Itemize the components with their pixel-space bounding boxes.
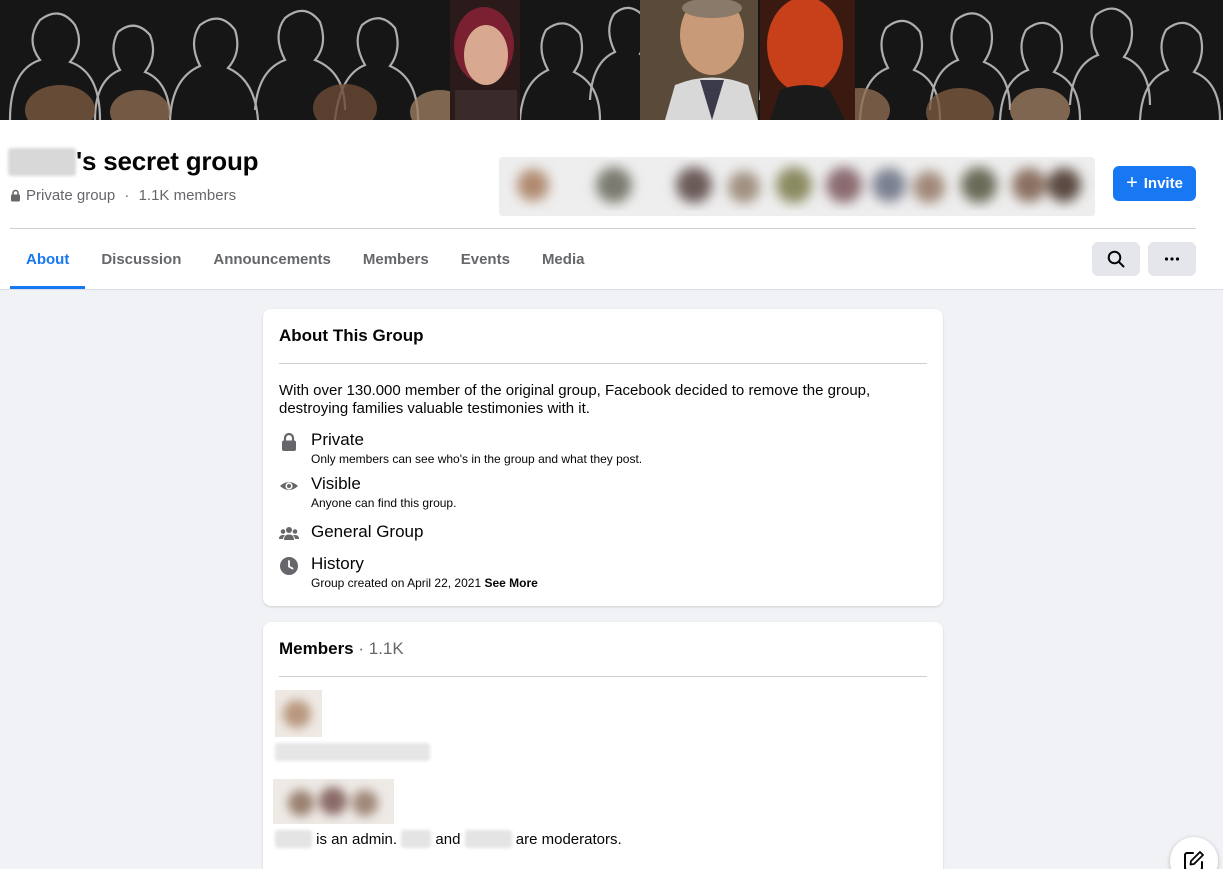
search-button[interactable]: [1092, 242, 1140, 276]
info-title: General Group: [311, 522, 424, 541]
more-options-button[interactable]: [1148, 242, 1196, 276]
members-title[interactable]: Members: [279, 639, 354, 658]
tab-members[interactable]: Members: [347, 229, 445, 289]
avatar-image: [275, 690, 322, 737]
info-subtitle: Anyone can find this group.: [311, 496, 457, 510]
member-avatar[interactable]: [275, 690, 322, 737]
member-avatar-strip[interactable]: [499, 157, 1095, 216]
history-text: Group created on April 22, 2021: [311, 576, 482, 590]
lock-icon: [11, 189, 20, 202]
tab-label: Media: [541, 250, 585, 268]
tab-about[interactable]: About: [10, 229, 86, 289]
admin-avatars[interactable]: [273, 779, 394, 824]
members-heading: Members · 1.1K: [279, 639, 404, 659]
about-description: With over 130.000 member of the original…: [279, 382, 871, 417]
tab-label: Members: [362, 250, 429, 268]
invite-button[interactable]: + Invite: [1113, 166, 1196, 201]
lock-icon: [282, 432, 296, 451]
cover-image: [0, 0, 1223, 120]
group-title: 's secret group: [8, 146, 259, 177]
group-meta: Private group · 1.1K members: [10, 187, 236, 204]
meta-separator: ·: [120, 187, 134, 204]
tab-label: Announcements: [213, 250, 331, 268]
redacted-moderator-name[interactable]: [464, 830, 512, 848]
invite-label: Invite: [1143, 175, 1183, 192]
redacted-name: [8, 147, 76, 176]
tab-label: Discussion: [101, 250, 182, 268]
info-title: Private: [311, 430, 364, 449]
info-title: History: [311, 554, 364, 573]
tab-media[interactable]: Media: [526, 229, 601, 289]
clock-icon: [280, 557, 298, 575]
tab-label: About: [26, 250, 70, 268]
info-subtitle: Group created on April 22, 2021 See More: [311, 575, 538, 591]
about-heading: About This Group: [279, 326, 424, 345]
info-title: Visible: [311, 474, 361, 493]
tab-discussion[interactable]: Discussion: [85, 229, 197, 289]
admin-text: is an admin.: [312, 830, 402, 848]
member-count[interactable]: 1.1K members: [139, 187, 237, 204]
group-header: 's secret group Private group · 1.1K mem…: [0, 120, 1223, 290]
about-divider: [279, 363, 927, 364]
tab-announcements[interactable]: Announcements: [197, 229, 347, 289]
privacy-label[interactable]: Private group: [26, 187, 115, 204]
moderators-text: are moderators.: [511, 830, 622, 848]
more-icon: [1164, 257, 1180, 261]
eye-icon: [280, 482, 298, 490]
redacted-admin-name[interactable]: [275, 830, 312, 848]
members-count: · 1.1K: [353, 639, 404, 658]
info-visible: Visible Anyone can find this group.: [279, 473, 456, 511]
tab-events[interactable]: Events: [445, 229, 526, 289]
members-card: Members · 1.1K is an admin. and are mode…: [263, 622, 943, 869]
admin-avatar-image: [273, 779, 394, 824]
members-divider: [279, 676, 927, 677]
search-icon: [1107, 250, 1125, 268]
tab-label: Events: [460, 250, 510, 268]
info-history: History Group created on April 22, 2021 …: [279, 553, 538, 591]
and-text: and: [431, 830, 465, 848]
compose-icon: [1184, 851, 1204, 869]
people-icon: [279, 527, 299, 540]
redacted-moderator-name[interactable]: [401, 830, 432, 848]
group-tabs: About Discussion Announcements Members E…: [10, 229, 600, 289]
admin-moderators-text: is an admin. and are moderators.: [275, 830, 622, 848]
info-private: Private Only members can see who's in th…: [279, 429, 642, 467]
member-avatars: [499, 157, 1095, 216]
plus-icon: +: [1126, 171, 1138, 194]
info-subtitle: Only members can see who's in the group …: [311, 452, 643, 466]
cover-photo: [0, 0, 1223, 120]
info-general-group: General Group: [279, 521, 423, 544]
new-message-button[interactable]: [1170, 837, 1218, 869]
see-more-link[interactable]: See More: [484, 576, 537, 590]
redacted-member-name: [275, 743, 430, 761]
group-title-text: 's secret group: [76, 146, 259, 176]
about-card: About This Group With over 130.000 membe…: [263, 309, 943, 606]
